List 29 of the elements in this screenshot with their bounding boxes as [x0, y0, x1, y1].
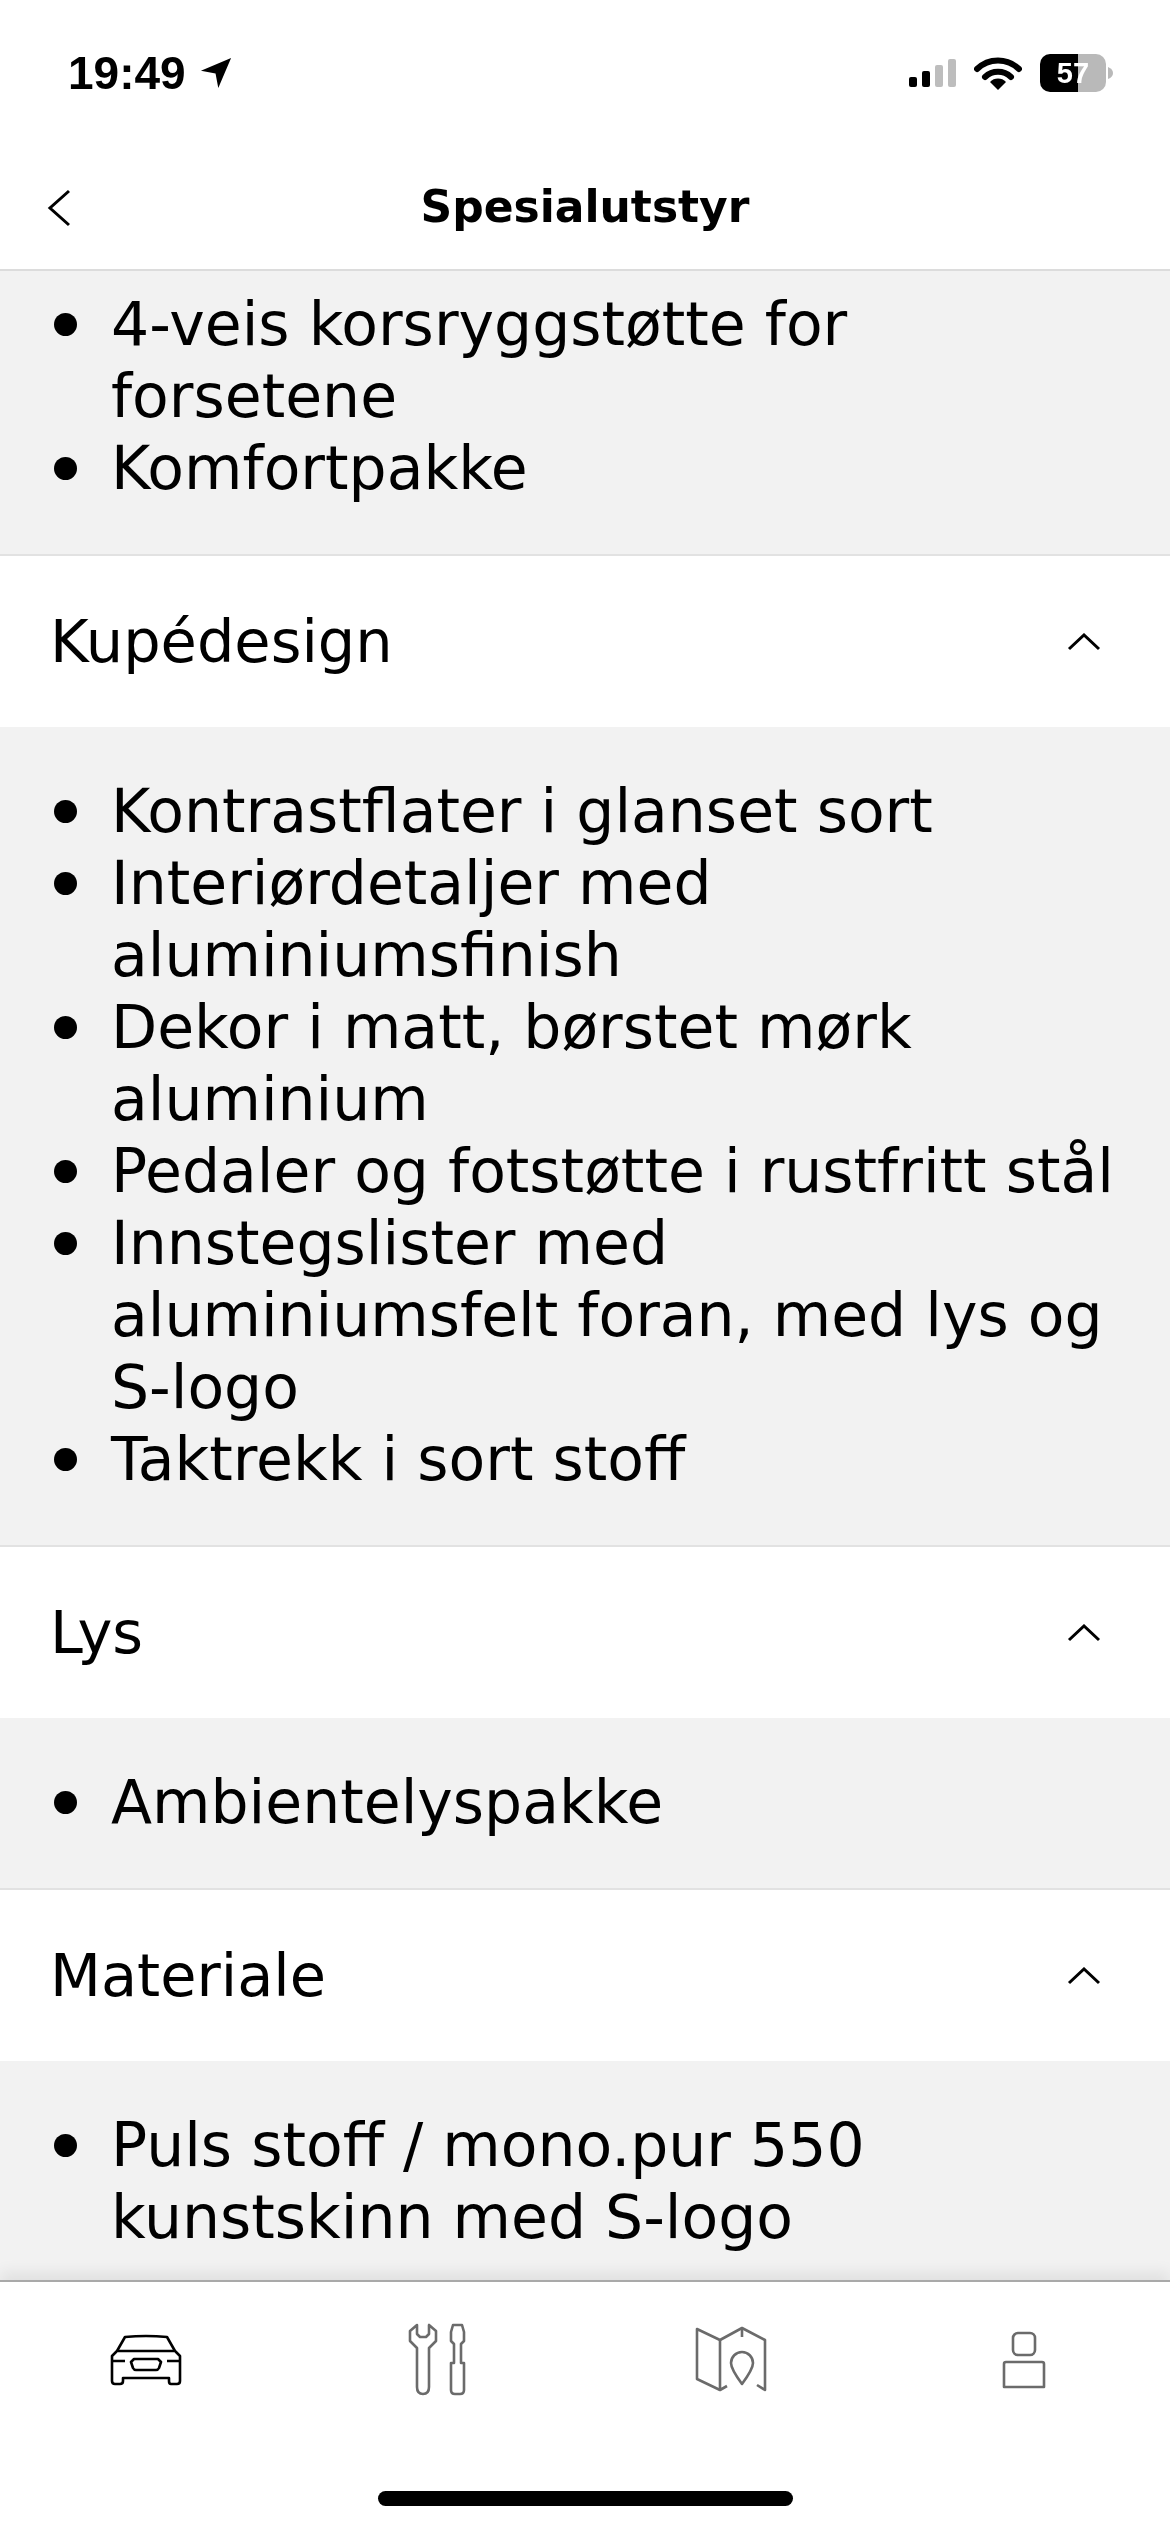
bullet-icon: [54, 800, 77, 823]
wifi-icon: [974, 55, 1022, 91]
page-title: Spesialutstyr: [420, 181, 750, 234]
signal-icon: [909, 59, 956, 87]
list-item-text: Komfortpakke: [111, 432, 528, 504]
list-item-text: 4-veis korsryggstøtte for forsetene: [111, 288, 849, 432]
status-time: 19:49: [68, 50, 186, 96]
list-item-text: Pedaler og fotstøtte i rustfritt stål: [111, 1135, 1114, 1207]
bullet-icon: [54, 313, 77, 336]
bullet-icon: [54, 457, 77, 480]
location-arrow-icon: [199, 57, 232, 89]
bullet-icon: [54, 1791, 77, 1814]
list-item-text: Puls stoff / mono.pur 550 kunstskinn med S-logo: [111, 2109, 866, 2253]
list-item-text: Innstegslister med aluminiumsfelt foran, med lys og S-logo: [111, 1207, 1104, 1423]
bullet-icon: [54, 2134, 77, 2157]
bullet-icon: [54, 872, 77, 895]
battery-tip-icon: [1108, 67, 1113, 79]
map-pin-icon: [694, 2326, 769, 2394]
bullet-icon: [54, 1016, 77, 1039]
chevron-left-icon: [46, 188, 72, 227]
bullet-icon: [54, 1448, 77, 1471]
list-item-text: Dekor i matt, børstet mørk aluminium: [111, 991, 913, 1135]
list-item-text: Taktrekk i sort stoff: [111, 1423, 686, 1495]
list-item-text: Interiørdetaljer med aluminiumsfinish: [111, 847, 713, 991]
list-item-text: Kontrastflater i glanset sort: [111, 775, 933, 847]
bullet-icon: [54, 1232, 77, 1255]
person-icon: [1000, 2331, 1047, 2389]
list-item-text: Ambientelyspakke: [111, 1766, 664, 1838]
bullet-icon: [54, 1160, 77, 1183]
